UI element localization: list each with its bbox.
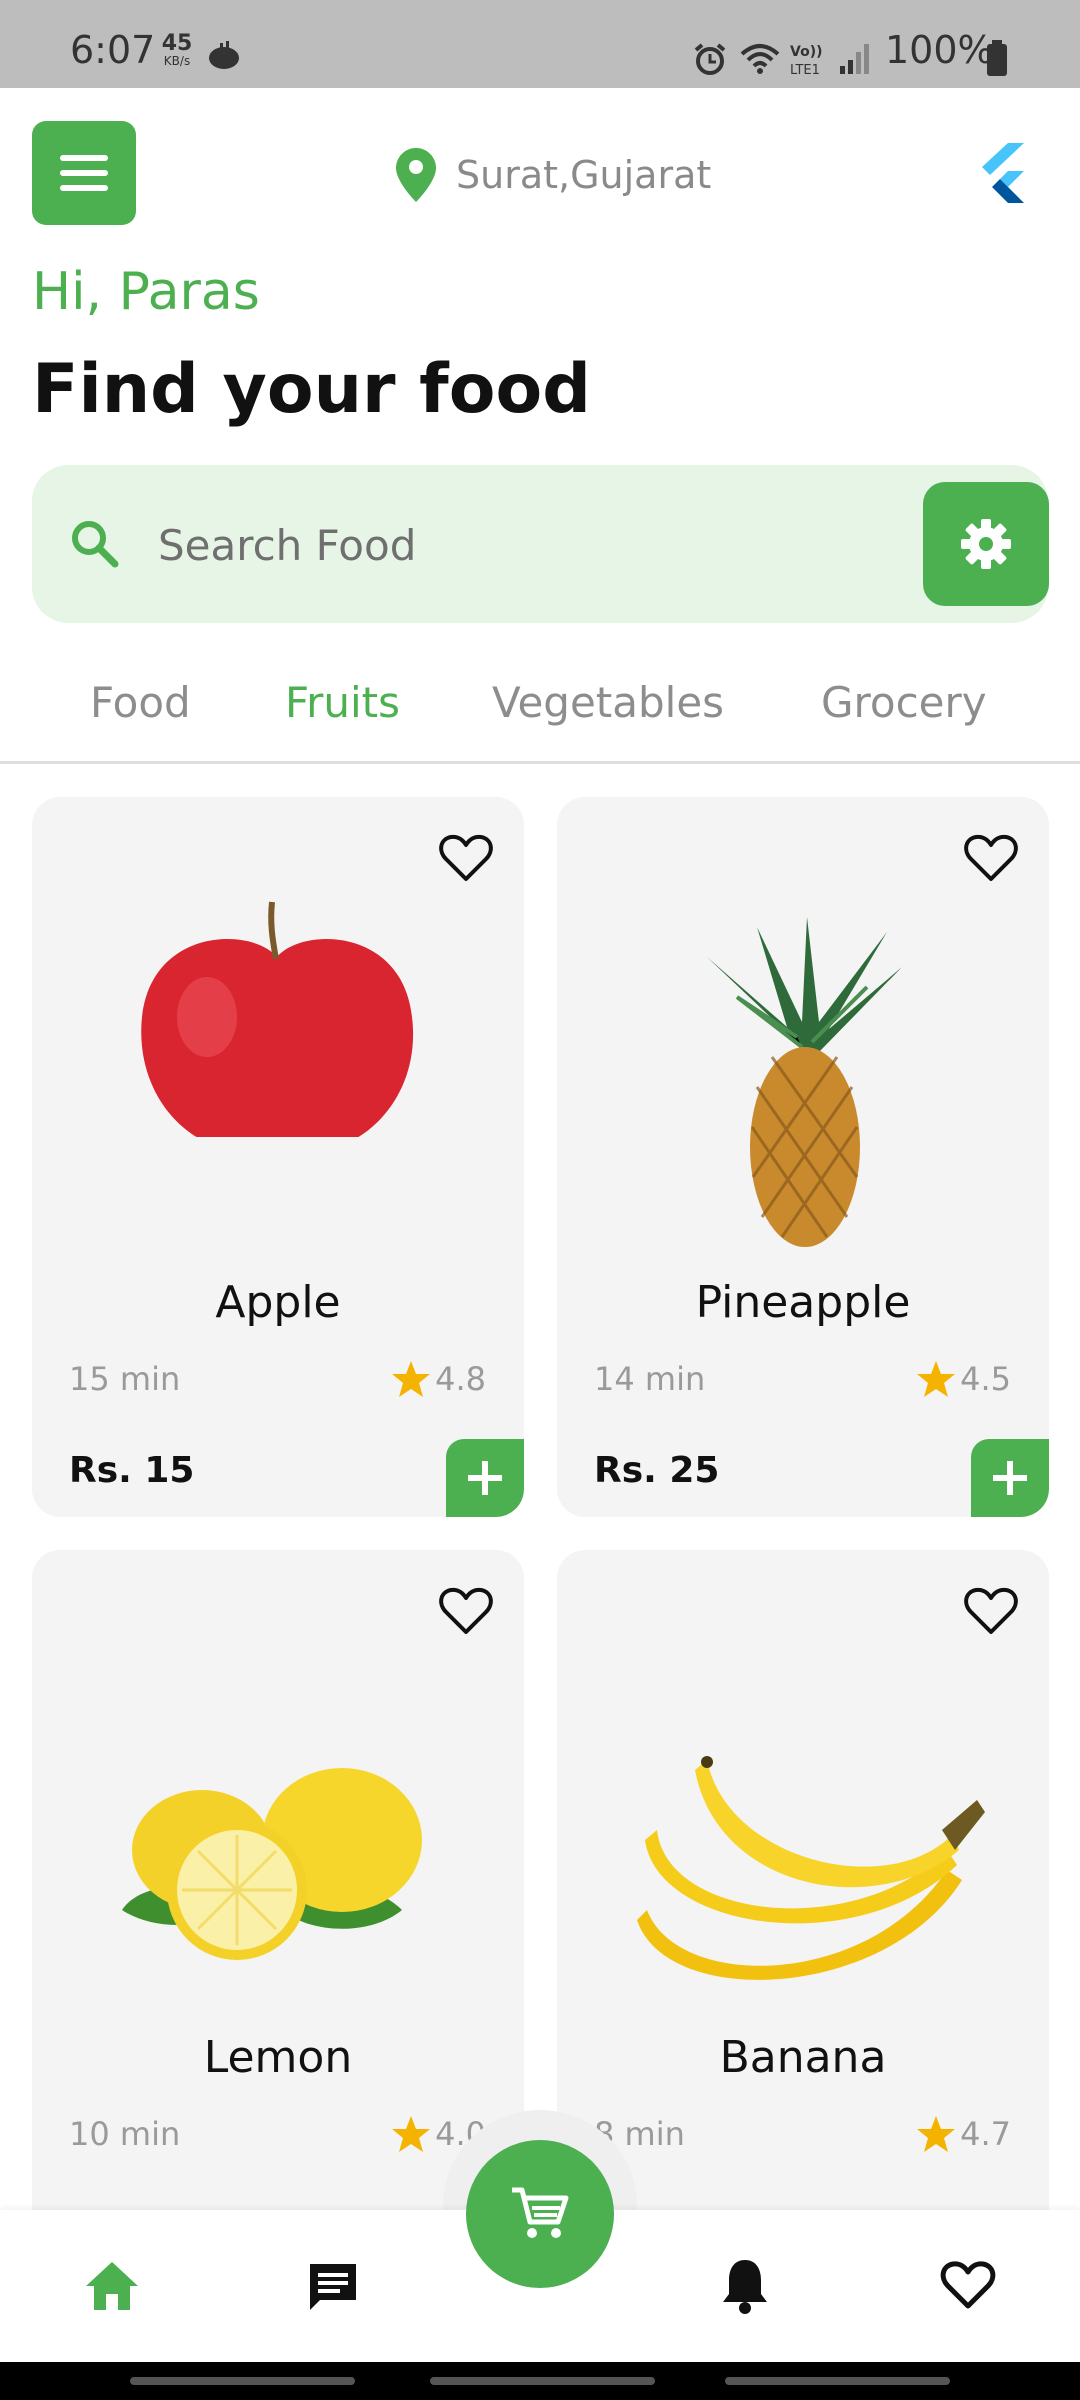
category-tabs: Food Fruits Vegetables Grocery: [0, 660, 1080, 764]
tab-grocery[interactable]: Grocery: [821, 678, 987, 727]
battery-icon: [987, 40, 1007, 76]
product-rating: 4.5: [916, 1360, 1011, 1398]
tab-food[interactable]: Food: [90, 678, 191, 727]
add-to-cart-button[interactable]: [446, 1439, 524, 1517]
system-navigation-bar: [0, 2362, 1080, 2400]
nav-gesture-segment: [130, 2377, 355, 2385]
cart-icon: [512, 2187, 569, 2238]
delivery-time: 15 min: [69, 1360, 181, 1398]
product-rating: 4.8: [391, 1360, 486, 1398]
greeting-text: Hi, Paras: [32, 262, 260, 322]
star-icon: [392, 2116, 431, 2152]
tab-fruits[interactable]: Fruits: [285, 678, 400, 727]
filter-settings-button[interactable]: [923, 482, 1049, 606]
product-name: Banana: [719, 2032, 887, 2083]
tab-vegetables[interactable]: Vegetables: [492, 678, 724, 727]
product-price: Rs. 15: [69, 1450, 195, 1491]
alarm-icon: [694, 43, 726, 75]
chat-icon[interactable]: [306, 2260, 360, 2314]
nav-gesture-segment: [430, 2377, 655, 2385]
favorite-heart-icon[interactable]: [963, 1586, 1019, 1636]
network-speed-unit: KB/s: [163, 54, 191, 68]
plus-icon: [468, 1461, 502, 1495]
delivery-time: 10 min: [69, 2115, 181, 2153]
rating-value: 4.8: [435, 1360, 486, 1398]
menu-icon: [60, 155, 108, 161]
menu-icon-line: [60, 170, 108, 176]
add-to-cart-button[interactable]: [971, 1439, 1049, 1517]
product-rating: 4.7: [916, 2115, 1011, 2153]
wifi-icon: [740, 44, 780, 74]
page-title: Find your food: [32, 350, 591, 429]
search-bar[interactable]: [32, 465, 1048, 623]
gear-icon: [961, 519, 1011, 569]
favorite-heart-icon[interactable]: [438, 1586, 494, 1636]
rating-value: 4.5: [960, 1360, 1011, 1398]
signal-icon: [840, 44, 869, 74]
lemon-image: [122, 1768, 422, 1960]
home-icon[interactable]: [84, 2260, 140, 2312]
rating-value: 4.7: [960, 2115, 1011, 2153]
search-input[interactable]: [158, 505, 918, 585]
product-card[interactable]: Pineapple 14 min 4.5 Rs. 25: [557, 797, 1049, 1517]
network-speed-value: 45: [161, 31, 193, 56]
svg-text:Vo)): Vo)): [790, 44, 822, 60]
product-name: Lemon: [203, 2032, 353, 2083]
location-pin-icon: [396, 148, 436, 202]
plus-icon: [993, 1461, 1027, 1495]
product-card[interactable]: Banana 8 min 4.7: [557, 1550, 1049, 2250]
delivery-time: 14 min: [594, 1360, 706, 1398]
svg-text:LTE1: LTE1: [790, 63, 820, 78]
heart-icon[interactable]: [940, 2260, 996, 2310]
network-speed: 45 KB/s: [157, 31, 197, 69]
pineapple-image: [707, 917, 902, 1247]
apple-image: [32, 897, 524, 1137]
product-name: Pineapple: [695, 1277, 911, 1328]
bell-icon[interactable]: [720, 2256, 770, 2316]
location-selector[interactable]: Surat,Gujarat: [396, 140, 711, 210]
product-card[interactable]: Apple 15 min 4.8 Rs. 15: [32, 797, 524, 1517]
star-icon: [917, 1361, 956, 1397]
menu-icon-line: [60, 185, 108, 191]
star-icon: [392, 1361, 431, 1397]
favorite-heart-icon[interactable]: [438, 833, 494, 883]
product-card[interactable]: Lemon 10 min 4.0: [32, 1550, 524, 2250]
cooking-pot-icon: [209, 41, 239, 69]
location-text: Surat,Gujarat: [456, 153, 712, 197]
flutter-logo-icon: [982, 143, 1024, 203]
cart-button[interactable]: [466, 2140, 614, 2288]
banana-image: [637, 1756, 985, 1980]
search-icon: [72, 521, 119, 568]
menu-button[interactable]: [32, 121, 136, 225]
product-price: Rs. 25: [594, 1450, 720, 1491]
product-name: Apple: [215, 1277, 341, 1328]
status-time: 6:07: [70, 28, 156, 72]
volte-icon: Vo)) LTE1: [790, 44, 822, 78]
star-icon: [917, 2116, 956, 2152]
status-bar: 6:07 45 KB/s Vo)) LTE1 100%: [0, 0, 1080, 88]
nav-gesture-segment: [725, 2377, 950, 2385]
battery-percent: 100%: [885, 28, 994, 72]
favorite-heart-icon[interactable]: [963, 833, 1019, 883]
